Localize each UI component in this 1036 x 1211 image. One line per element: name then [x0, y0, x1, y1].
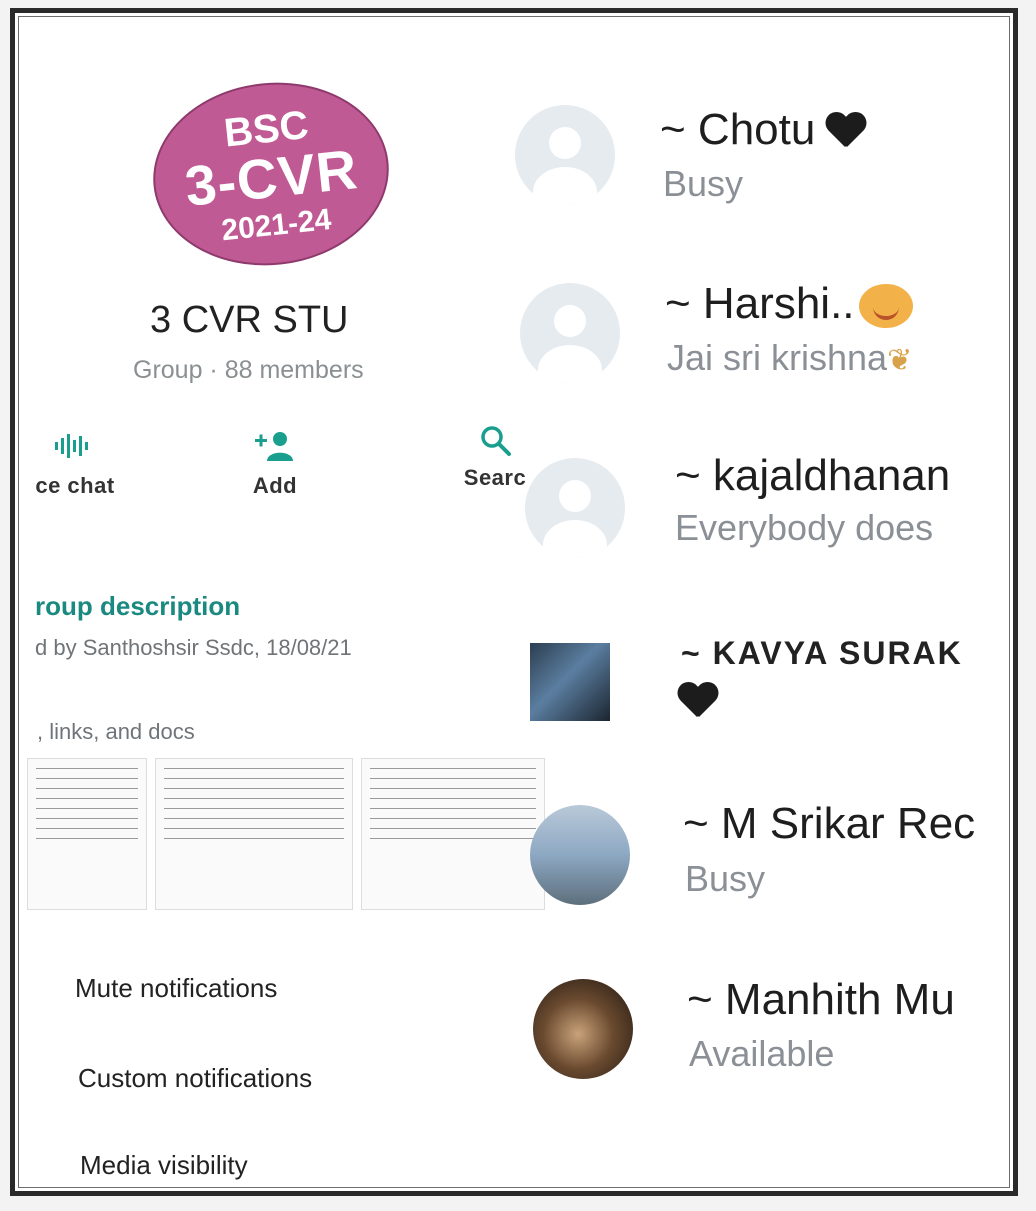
member-avatar[interactable] [530, 805, 630, 905]
member-status: Jai sri krishna❦ [667, 337, 912, 379]
media-thumbnail[interactable] [361, 758, 545, 910]
member-avatar[interactable] [525, 458, 625, 558]
media-thumbnails [27, 758, 545, 916]
group-name: 3 CVR STU [150, 299, 349, 341]
add-member-label: Add [252, 473, 298, 498]
group-avatar[interactable]: BSC 3-CVR 2021-24 [144, 71, 398, 277]
member-name[interactable]: ~ Harshi.. [665, 279, 913, 329]
smiling-face-icon [858, 284, 913, 329]
media-visibility-item[interactable]: Media visibility [80, 1150, 248, 1181]
member-avatar[interactable] [533, 979, 633, 1079]
group-created-by: d by Santhoshsir Ssdc, 18/08/21 [35, 635, 352, 660]
member-status: Busy [685, 858, 766, 899]
add-person-icon [215, 431, 335, 467]
media-thumbnail[interactable] [155, 758, 353, 910]
voice-chat-button[interactable]: ce chat [15, 431, 145, 499]
member-name-text: ~ Harshi.. [665, 279, 855, 328]
member-name[interactable]: ~ KAVYA SURAK [681, 635, 963, 672]
voice-chat-label: ce chat [35, 473, 115, 498]
custom-notifications-item[interactable]: Custom notifications [78, 1063, 312, 1094]
member-avatar[interactable] [520, 283, 620, 383]
search-label: Searc [463, 465, 527, 490]
member-avatar[interactable] [515, 105, 615, 205]
media-links-docs-heading[interactable]: , links, and docs [37, 719, 195, 745]
mute-notifications-item[interactable]: Mute notifications [75, 973, 277, 1004]
member-name[interactable]: ~ Chotu [660, 105, 867, 155]
folded-hands-icon: ❦ [887, 344, 913, 377]
search-icon [440, 423, 550, 459]
group-description-heading[interactable]: roup description [35, 591, 240, 622]
black-heart-icon [825, 113, 867, 151]
screenshot-frame: BSC 3-CVR 2021-24 3 CVR STU Group · 88 m… [10, 8, 1018, 1196]
add-member-button[interactable]: Add [215, 431, 335, 499]
media-thumbnail[interactable] [27, 758, 147, 910]
member-name[interactable]: ~ Manhith Mu [687, 975, 955, 1025]
member-status: Everybody does [675, 507, 934, 548]
black-heart-icon [677, 683, 719, 721]
member-status: Available [689, 1033, 835, 1074]
member-name[interactable]: ~ M Srikar Rec [683, 799, 975, 849]
member-name-text: ~ Chotu [660, 105, 816, 154]
member-status-text: Jai sri krishna [667, 337, 888, 378]
member-status: Busy [663, 163, 744, 204]
group-member-count: Group · 88 members [133, 356, 364, 384]
member-status [677, 683, 719, 721]
member-name[interactable]: ~ kajaldhanan [675, 451, 950, 501]
member-avatar[interactable] [530, 643, 610, 721]
voice-chat-icon [15, 431, 145, 467]
